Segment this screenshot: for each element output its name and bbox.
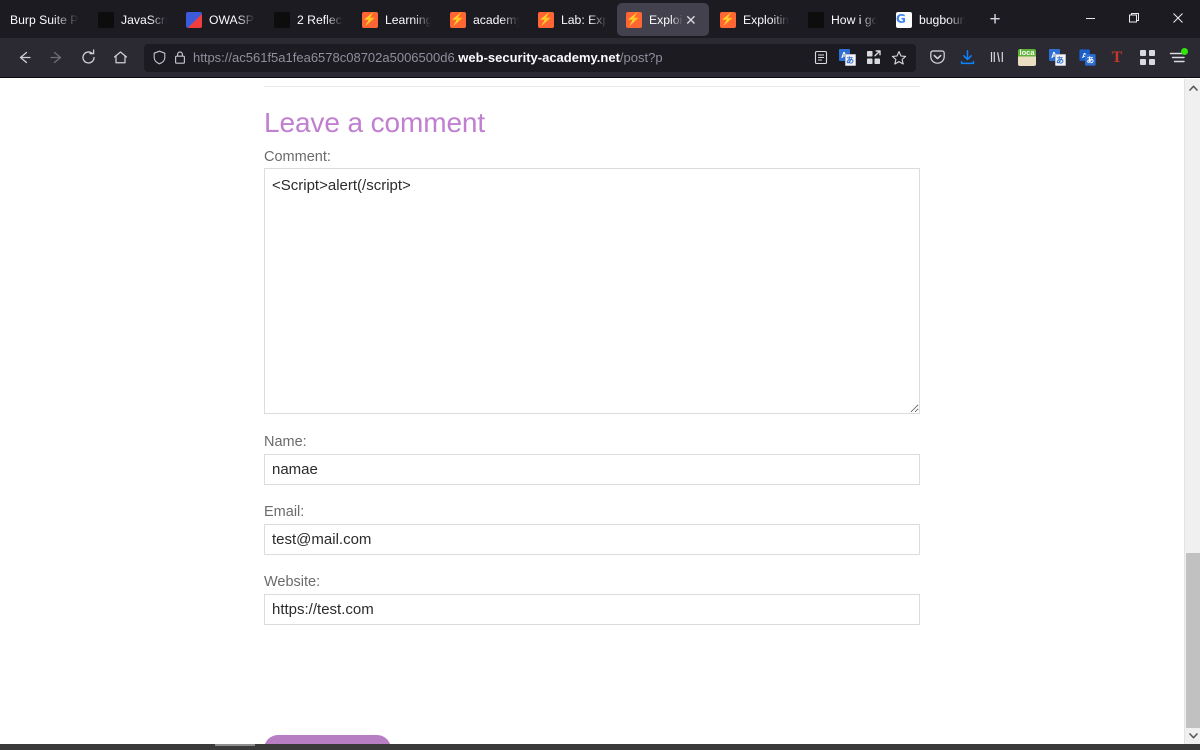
url-prefix: https://ac561f5a1fea6578c08702a5006500d6… bbox=[193, 50, 459, 65]
reader-view-icon[interactable] bbox=[808, 45, 834, 71]
forward-button[interactable] bbox=[40, 43, 72, 73]
url-action-icons: Aあ bbox=[808, 45, 912, 71]
browser-window: Burp Suite Pro JavaScript OWASP To 2 Reflec… bbox=[0, 0, 1200, 750]
url-suffix: /post?p bbox=[619, 50, 663, 65]
tab-label: Lab: Explo bbox=[561, 12, 607, 27]
tab-close-icon[interactable]: ✕ bbox=[685, 13, 701, 27]
reload-button[interactable] bbox=[72, 43, 104, 73]
portswigger-icon bbox=[720, 11, 736, 28]
comment-label: Comment: bbox=[264, 149, 331, 165]
translate-extension-icon[interactable]: Aあ bbox=[1042, 43, 1072, 73]
portswigger-icon bbox=[626, 11, 642, 28]
text-tool-icon[interactable]: T bbox=[1102, 43, 1132, 73]
name-label: Name: bbox=[264, 434, 307, 450]
tab-label: Exploiting bbox=[743, 12, 789, 27]
home-button[interactable] bbox=[104, 43, 136, 73]
bottom-nub bbox=[215, 744, 255, 746]
medium-icon bbox=[808, 11, 824, 28]
tab-label: JavaScript bbox=[121, 12, 167, 27]
vertical-scrollbar[interactable] bbox=[1184, 79, 1200, 744]
locale-switcher-icon[interactable]: loca bbox=[1012, 43, 1042, 73]
maximize-restore-button[interactable] bbox=[1112, 0, 1156, 36]
scrollbar-thumb[interactable] bbox=[1186, 553, 1200, 728]
owasp-icon bbox=[186, 11, 202, 28]
tab-label: academy s bbox=[473, 12, 519, 27]
browser-tab[interactable]: OWASP To bbox=[177, 3, 263, 36]
browser-tab[interactable]: 2 Reflecte bbox=[265, 3, 351, 36]
portswigger-icon bbox=[538, 11, 554, 28]
address-bar[interactable]: https://ac561f5a1fea6578c08702a5006500d6… bbox=[144, 43, 916, 72]
tab-label: Exploiti bbox=[649, 12, 683, 27]
padlock-icon[interactable] bbox=[173, 50, 187, 65]
back-button[interactable] bbox=[8, 43, 40, 73]
window-bottom-edge bbox=[0, 744, 1200, 750]
japanese-translate-icon[interactable]: Aあ bbox=[1072, 43, 1102, 73]
website-label: Website: bbox=[264, 574, 321, 590]
close-window-button[interactable] bbox=[1156, 0, 1200, 36]
browser-tab[interactable]: Exploiting bbox=[711, 3, 797, 36]
url-text[interactable]: https://ac561f5a1fea6578c08702a5006500d6… bbox=[193, 50, 808, 65]
tracking-shield-icon[interactable] bbox=[152, 50, 167, 65]
portswigger-icon bbox=[362, 11, 378, 28]
tab-label: OWASP To bbox=[209, 12, 255, 27]
tab-label: 2 Reflecte bbox=[297, 12, 343, 27]
tab-label: Learning p bbox=[385, 12, 431, 27]
portswigger-icon bbox=[450, 11, 466, 28]
website-input[interactable] bbox=[264, 594, 920, 625]
downloads-icon[interactable] bbox=[952, 43, 982, 73]
window-controls bbox=[1068, 0, 1200, 36]
post-comment-button[interactable]: Post Comment bbox=[264, 735, 392, 744]
blog-comment-page: Leave a comment Comment: Name: Email: We… bbox=[0, 79, 1184, 744]
extensions-grid-icon[interactable] bbox=[860, 45, 886, 71]
medium-icon bbox=[274, 11, 290, 28]
page-title: Leave a comment bbox=[264, 107, 486, 138]
app-menu-icon[interactable] bbox=[1162, 43, 1192, 73]
url-domain: web-security-academy.net bbox=[458, 50, 620, 65]
name-input[interactable] bbox=[264, 454, 920, 485]
translate-icon[interactable]: Aあ bbox=[834, 45, 860, 71]
tab-label: Burp Suite Pro bbox=[10, 12, 79, 27]
library-icon[interactable] bbox=[982, 43, 1012, 73]
browser-tab[interactable]: Lab: Explo bbox=[529, 3, 615, 36]
email-input[interactable] bbox=[264, 524, 920, 555]
new-tab-button[interactable]: + bbox=[980, 5, 1010, 35]
tab-strip: Burp Suite Pro JavaScript OWASP To 2 Reflec… bbox=[0, 0, 1200, 38]
browser-tab[interactable]: Burp Suite Pro bbox=[1, 3, 87, 36]
page-viewport: Leave a comment Comment: Name: Email: We… bbox=[0, 79, 1200, 744]
browser-tab[interactable]: bugbounty bbox=[887, 3, 973, 36]
medium-icon bbox=[98, 11, 114, 28]
browser-tab[interactable]: Learning p bbox=[353, 3, 439, 36]
minimize-button[interactable] bbox=[1068, 0, 1112, 36]
google-icon bbox=[896, 11, 912, 28]
email-label: Email: bbox=[264, 504, 305, 520]
tab-label: bugbounty bbox=[919, 12, 965, 27]
tab-label: How i got bbox=[831, 12, 877, 27]
pocket-icon[interactable] bbox=[922, 43, 952, 73]
content-divider bbox=[264, 86, 920, 87]
bookmark-star-icon[interactable] bbox=[886, 45, 912, 71]
browser-tab[interactable]: academy s bbox=[441, 3, 527, 36]
extensions-icon[interactable] bbox=[1132, 43, 1162, 73]
scroll-up-arrow[interactable] bbox=[1185, 79, 1200, 96]
browser-tab[interactable]: How i got bbox=[799, 3, 885, 36]
browser-extension-toolbar: loca Aあ Aあ T bbox=[922, 43, 1192, 73]
navigation-toolbar: https://ac561f5a1fea6578c08702a5006500d6… bbox=[0, 38, 1200, 78]
update-badge bbox=[1181, 47, 1188, 55]
tab-list: Burp Suite Pro JavaScript OWASP To 2 Reflec… bbox=[0, 0, 974, 38]
scroll-down-arrow[interactable] bbox=[1185, 727, 1200, 744]
comment-input[interactable] bbox=[264, 168, 920, 414]
browser-tab[interactable]: Exploiti✕ bbox=[617, 3, 709, 36]
browser-tab[interactable]: JavaScript bbox=[89, 3, 175, 36]
